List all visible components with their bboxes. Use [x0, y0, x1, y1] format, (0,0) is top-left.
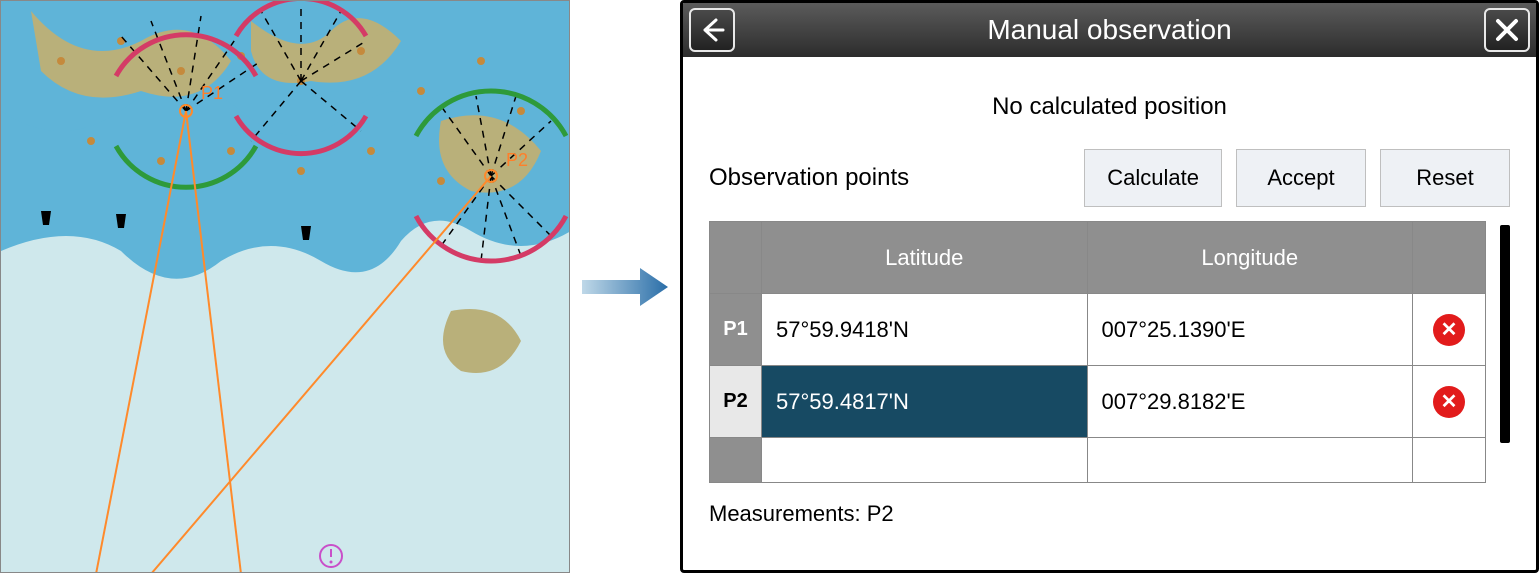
measurements-label: Measurements: P2 — [709, 501, 1510, 527]
back-button[interactable] — [689, 8, 735, 52]
latitude-cell[interactable]: 57°59.4817'N — [762, 366, 1088, 437]
delete-row-button[interactable]: ✕ — [1433, 314, 1465, 346]
longitude-cell[interactable]: 007°25.1390'E — [1088, 294, 1414, 365]
row-id: P1 — [710, 294, 762, 365]
table-scrollbar[interactable] — [1500, 221, 1510, 483]
longitude-cell[interactable]: 007°29.8182'E — [1088, 366, 1414, 437]
delete-row-button[interactable]: ✕ — [1433, 386, 1465, 418]
calculated-position-status: No calculated position — [709, 93, 1510, 121]
observation-points-table: Latitude Longitude P1 57°59.9418'N 007°2… — [709, 221, 1486, 483]
accept-button[interactable]: Accept — [1236, 149, 1366, 207]
chart-point-label-p1: P1 — [201, 83, 223, 103]
latitude-cell[interactable]: 57°59.9418'N — [762, 294, 1088, 365]
arrow-icon — [570, 262, 680, 312]
row-id: P2 — [710, 366, 762, 437]
chart-panel[interactable]: P1 P2 — [0, 0, 570, 573]
chart-point-label-p2: P2 — [506, 150, 528, 170]
table-row-empty — [710, 438, 1485, 482]
observation-points-label: Observation points — [709, 164, 909, 192]
dialog-header: Manual observation — [683, 3, 1536, 57]
table-row[interactable]: P1 57°59.9418'N 007°25.1390'E ✕ — [710, 294, 1485, 366]
table-row[interactable]: P2 57°59.4817'N 007°29.8182'E ✕ — [710, 366, 1485, 438]
column-header-longitude: Longitude — [1088, 222, 1414, 293]
calculate-button[interactable]: Calculate — [1084, 149, 1222, 207]
reset-button[interactable]: Reset — [1380, 149, 1510, 207]
column-header-latitude: Latitude — [762, 222, 1088, 293]
manual-observation-dialog: Manual observation No calculated positio… — [680, 0, 1539, 573]
dialog-title: Manual observation — [741, 14, 1478, 46]
close-button[interactable] — [1484, 8, 1530, 52]
